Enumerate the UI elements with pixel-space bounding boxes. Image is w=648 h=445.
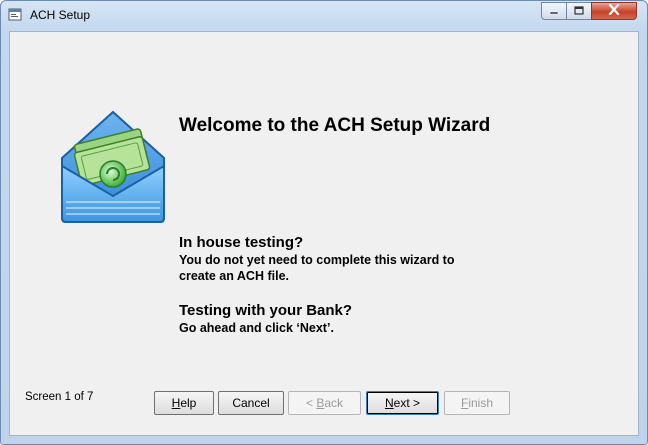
back-button-mnemonic: B xyxy=(316,396,325,410)
help-button-mnemonic: H xyxy=(171,396,181,410)
section-in-house-line-1: You do not yet need to complete this wiz… xyxy=(179,253,455,267)
help-button[interactable]: Help xyxy=(154,391,214,415)
section-bank-line-1: Go ahead and click ‘Next’. xyxy=(179,321,334,335)
maximize-button[interactable] xyxy=(566,2,592,20)
next-button-mnemonic: N xyxy=(384,396,394,410)
money-envelope-icon xyxy=(58,110,168,224)
cancel-button-label: Cancel xyxy=(232,396,270,410)
help-button-label: elp xyxy=(180,396,197,410)
minimize-button[interactable] xyxy=(541,2,567,20)
next-button-label: ext > xyxy=(393,396,421,410)
section-in-house-title: In house testing? xyxy=(179,234,304,251)
wizard-panel: Welcome to the ACH Setup Wizard In house… xyxy=(9,31,639,436)
back-button-label: ack xyxy=(324,396,344,410)
finish-button-mnemonic: F xyxy=(460,396,469,410)
cancel-button[interactable]: Cancel xyxy=(218,391,284,415)
section-in-house-line-2: create an ACH file. xyxy=(179,269,289,283)
app-window-icon[interactable] xyxy=(8,8,22,21)
close-button[interactable] xyxy=(591,2,637,20)
window-title: ACH Setup xyxy=(30,8,91,22)
finish-button[interactable]: Finish xyxy=(444,391,510,415)
close-icon xyxy=(608,2,620,20)
wizard-heading: Welcome to the ACH Setup Wizard xyxy=(179,115,491,136)
minimize-icon xyxy=(549,2,559,20)
next-button[interactable]: Next > xyxy=(366,391,439,415)
section-bank-title: Testing with your Bank? xyxy=(179,302,353,319)
maximize-icon xyxy=(574,2,584,20)
ach-setup-window: ACH Setup Welcome to the ACH Setup Wizar… xyxy=(0,0,648,445)
title-bar[interactable]: ACH Setup xyxy=(1,1,647,31)
back-button-prefix: < xyxy=(305,396,317,410)
screen-counter: Screen 1 of 7 xyxy=(25,391,94,403)
back-button[interactable]: < Back xyxy=(288,391,361,415)
finish-button-label: inish xyxy=(468,396,494,410)
